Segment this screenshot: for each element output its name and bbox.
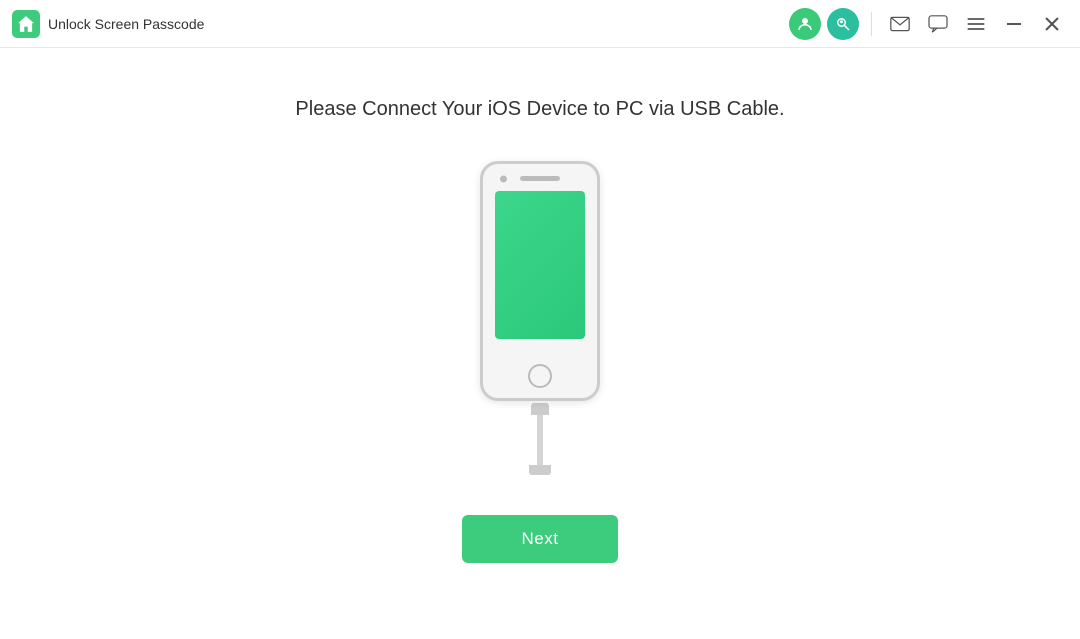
mail-button[interactable] [884,8,916,40]
cable-line [537,415,543,465]
menu-button[interactable] [960,8,992,40]
next-button[interactable]: Next [462,515,619,563]
titlebar-title: Unlock Screen Passcode [48,16,789,32]
chat-button[interactable] [922,8,954,40]
user-icon[interactable] [789,8,821,40]
phone-home-button [528,364,552,388]
divider [871,12,872,36]
cable-connector-top [531,403,549,415]
phone-speaker [520,176,560,181]
titlebar: Unlock Screen Passcode [0,0,1080,48]
instruction-text: Please Connect Your iOS Device to PC via… [295,98,784,121]
main-content: Please Connect Your iOS Device to PC via… [0,48,1080,639]
phone-screen [495,191,585,339]
titlebar-actions [789,8,1068,40]
close-button[interactable] [1036,8,1068,40]
phone-illustration [480,161,600,475]
phone-body [480,161,600,401]
usb-cable [529,403,551,475]
cable-connector-bottom [529,465,551,475]
home-icon [12,10,40,38]
minimize-button[interactable] [998,8,1030,40]
search-user-icon[interactable] [827,8,859,40]
